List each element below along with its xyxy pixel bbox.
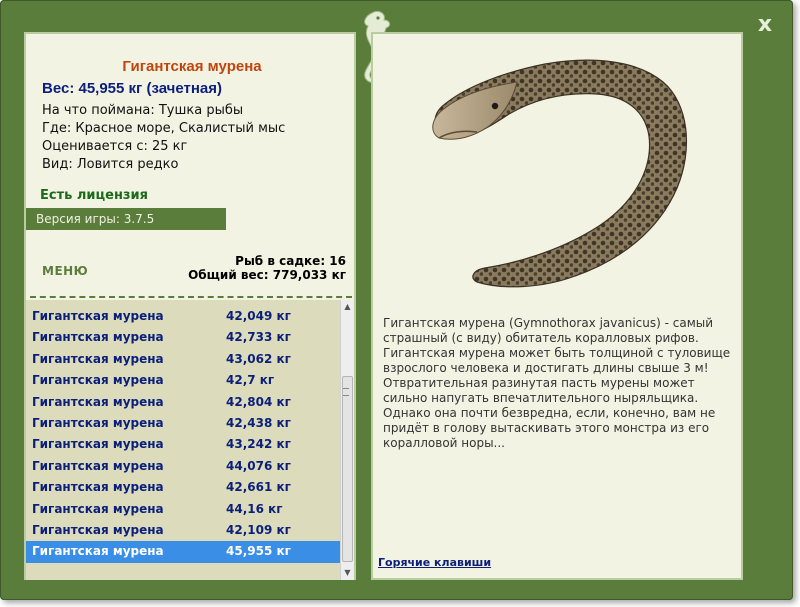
list-item-name: Гигантская мурена: [32, 544, 164, 559]
list-item[interactable]: Гигантская мурена 44,16 кг: [26, 499, 340, 520]
list-item-weight: 42,049 кг: [226, 309, 291, 323]
list-item-name: Гигантская мурена: [32, 458, 164, 473]
info-location: Где: Красное море, Скалистый мыс: [42, 121, 286, 136]
catch-info-panel: Гигантская мурена Вес: 45,955 кг (зачетн…: [24, 32, 356, 580]
info-min-weight: Оценивается с: 25 кг: [42, 139, 188, 154]
list-item[interactable]: Гигантская мурена 42,438 кг: [26, 413, 340, 434]
list-item[interactable]: Гигантская мурена 43,062 кг: [26, 349, 340, 370]
fish-title: Гигантская мурена: [122, 58, 262, 75]
list-item-name: Гигантская мурена: [32, 394, 164, 409]
close-button[interactable]: x: [752, 12, 778, 38]
list-item-name: Гигантская мурена: [32, 415, 164, 430]
info-rarity: Вид: Ловится редко: [42, 157, 179, 172]
list-item[interactable]: Гигантская мурена 42,733 кг: [26, 327, 340, 348]
list-item-name: Гигантская мурена: [32, 330, 164, 345]
keepnet-stats: Рыб в садке: 16 Общий вес: 779,033 кг: [188, 254, 346, 282]
scroll-down-icon[interactable]: ▼: [341, 566, 354, 580]
scroll-up-icon[interactable]: ▲: [341, 300, 354, 314]
license-status: Есть лицензия: [40, 188, 148, 203]
list-item-weight: 43,242 кг: [226, 437, 291, 452]
list-item[interactable]: Гигантская мурена 42,109 кг: [26, 520, 340, 541]
list-item[interactable]: Гигантская мурена 42,804 кг: [26, 392, 340, 413]
moray-eel-image: [432, 59, 688, 288]
scroll-grip-icon: [343, 388, 349, 396]
divider: [30, 296, 352, 298]
list-item-name: Гигантская мурена: [32, 501, 164, 516]
menu-button[interactable]: МЕНЮ: [42, 264, 88, 278]
list-item-weight: 42,7 кг: [226, 373, 275, 388]
list-item-weight: 45,955 кг: [226, 544, 291, 559]
scroll-thumb[interactable]: [342, 376, 353, 562]
list-item-weight: 43,062 кг: [226, 351, 291, 366]
list-item[interactable]: Гигантская мурена 42,049 кг: [26, 306, 340, 327]
list-item-weight: 42,438 кг: [226, 415, 291, 430]
fish-weight: Вес: 45,955 кг (зачетная): [42, 80, 223, 97]
list-item-weight: 42,733 кг: [226, 330, 291, 345]
fish-info-list: На что поймана: Тушка рыбы Где: Красное …: [42, 102, 285, 174]
list-item-name: Гигантская мурена: [32, 480, 164, 495]
list-item-weight: 42,109 кг: [226, 522, 291, 537]
list-item[interactable]: Гигантская мурена 42,7 кг: [26, 370, 340, 391]
list-item-weight: 44,16 кг: [226, 501, 283, 516]
list-item[interactable]: Гигантская мурена 43,242 кг: [26, 434, 340, 455]
hotkeys-link[interactable]: Горячие клавиши: [378, 556, 491, 569]
catch-list-scrollbar[interactable]: ▲ ▼: [340, 300, 354, 580]
list-item-weight: 44,076 кг: [226, 458, 291, 473]
fish-description: Гигантская мурена (Gymnothorax javanicus…: [383, 316, 731, 450]
list-item-name: Гигантская мурена: [32, 437, 164, 452]
list-item-name: Гигантская мурена: [32, 309, 164, 323]
list-item-name: Гигантская мурена: [32, 522, 164, 537]
list-item-name: Гигантская мурена: [32, 351, 164, 366]
total-weight: Общий вес: 779,033 кг: [188, 268, 346, 282]
catch-list[interactable]: Гигантская мурена 42,049 кг Гигантская мур…: [26, 300, 340, 580]
info-bait: На что поймана: Тушка рыбы: [42, 103, 244, 118]
list-item[interactable]: Гигантская мурена 42,661 кг: [26, 477, 340, 498]
list-item[interactable]: Гигантская мурена 44,076 кг: [26, 456, 340, 477]
version-bar: Версия игры: 3.7.5: [26, 208, 226, 230]
list-item-weight: 42,661 кг: [226, 480, 291, 495]
fish-description-panel: Гигантская мурена (Gymnothorax javanicus…: [371, 32, 743, 580]
list-item-name: Гигантская мурена: [32, 373, 164, 388]
list-item[interactable]: Гигантская мурена 45,955 кг: [26, 541, 340, 563]
list-item-weight: 42,804 кг: [226, 394, 291, 409]
fish-count: Рыб в садке: 16: [235, 254, 346, 268]
